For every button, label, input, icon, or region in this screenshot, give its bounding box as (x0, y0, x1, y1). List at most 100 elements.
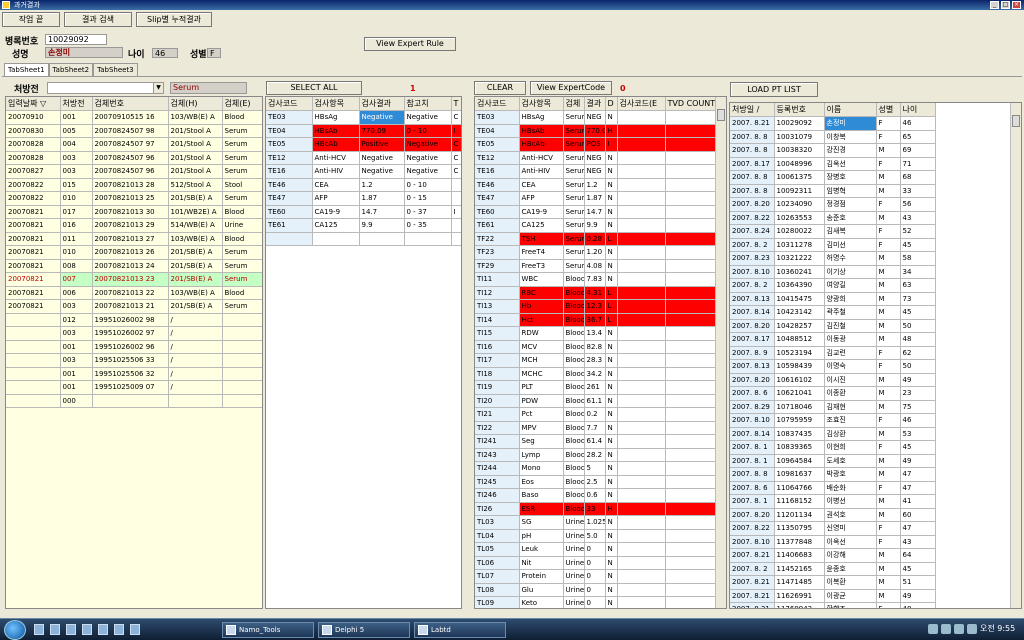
task-delphi[interactable]: Delphi 5 (318, 622, 410, 638)
table-row[interactable]: 2007. 8. 2 10364390 여양길 M 63 (730, 278, 936, 293)
table-row[interactable]: 2007. 8.21 11471485 이복환 M 51 (730, 575, 936, 590)
table-row[interactable]: TI21 Pct Blood 0.2 N (475, 407, 718, 422)
table-row[interactable]: TE12 Anti-HCV Negative Negative C (266, 151, 461, 165)
table-row[interactable]: 001 19951025506 32/ (6, 367, 262, 381)
table-row[interactable]: 2007. 8.17 10488512 이동광 M 48 (730, 332, 936, 347)
table-row[interactable]: 2007. 8.22 11350795 신영미 F 47 (730, 521, 936, 536)
table-row[interactable]: TI17 MCH Blood 28.3 N (475, 353, 718, 368)
table-row[interactable]: 20070821 008 20070821013 24 201/SB(E) A Seru… (6, 259, 262, 273)
table-row[interactable]: TE12Anti-HCVSerumNEGN (475, 151, 718, 165)
table-row[interactable]: TI18 MCHC Blood 34.2 N (475, 367, 718, 381)
column-header[interactable]: 검사코드 (266, 97, 313, 111)
column-header[interactable]: 검사항목 (519, 97, 564, 111)
scroll-thumb[interactable] (717, 109, 725, 121)
load-pt-list-button[interactable]: LOAD PT LIST (730, 82, 818, 97)
table-row[interactable]: 2007. 8.2111769942황향조F48 (730, 602, 936, 608)
quicklaunch-icon[interactable] (114, 624, 124, 635)
table-row[interactable] (266, 232, 461, 246)
column-header[interactable]: 성별 (876, 103, 901, 117)
table-row[interactable]: TI244 Mono Blood 5 N (475, 461, 718, 476)
slip-cumulative-button[interactable]: Slip별 누적결과 (136, 12, 212, 27)
table-row[interactable]: TF22TSHSerum0.28L (475, 232, 718, 246)
table-row[interactable]: 20070821 010 20070821013 26 201/SB(E) A Seru… (6, 245, 262, 260)
table-row[interactable]: TE16Anti-HIVSerumNEGN (475, 164, 718, 179)
table-row[interactable]: TE60CA19-9Serum14.7N (475, 205, 718, 219)
table-row[interactable]: 2007. 8. 9 10523194 김교련 F 62 (730, 346, 936, 360)
table-row[interactable]: 2007. 8.10 11377848 이옥선 F 43 (730, 535, 936, 549)
table-row[interactable]: 2007. 8.24 10280022 김새복 F 52 (730, 224, 936, 239)
table-row[interactable]: 2007. 8. 8 10981637 박광호 M 47 (730, 467, 936, 482)
table-row[interactable]: 2007. 8.13 10415475 양광희 M 73 (730, 292, 936, 306)
table-row[interactable]: 20070828 003 20070824507 96 201/Stool A Seru… (6, 151, 262, 165)
tab-sheet3[interactable]: TabSheet3 (93, 63, 138, 76)
view-expert-rule-button[interactable]: View Expert Rule (364, 37, 456, 51)
table-row[interactable]: 2007. 8. 1 10964584 도세호 M 49 (730, 454, 936, 468)
table-row[interactable]: TL09 Keto Urine 0 N (475, 596, 718, 608)
table-row[interactable]: TL05 Leuk Urine 0 N (475, 542, 718, 557)
table-row[interactable]: TI14 Hct Blood 36.7 L (475, 313, 718, 327)
table-row[interactable]: TL03 SG Urine 1.025 N (475, 515, 718, 530)
expert-grid-scrollbar[interactable] (715, 97, 726, 608)
table-row[interactable]: 2007. 8.20 10428257 김진철 M 50 (730, 319, 936, 333)
table-row[interactable]: 012 19951026002 98/ (6, 313, 262, 327)
chevron-down-icon[interactable]: ▼ (153, 83, 163, 93)
table-row[interactable]: TE46 CEA 1.2 0 - 10 (266, 178, 461, 192)
table-row[interactable]: 2007. 8. 2 11452165 윤종호 M 45 (730, 562, 936, 576)
minimize-button[interactable]: _ (990, 1, 999, 9)
table-row[interactable]: 2007. 8.23 10321222 허명수 M 58 (730, 251, 936, 266)
table-row[interactable]: 2007. 8.14 10423142 곽주철 M 45 (730, 305, 936, 320)
quicklaunch-icon[interactable] (34, 624, 44, 635)
table-row[interactable]: TL04 pH Urine 5.0 N (475, 529, 718, 543)
table-row[interactable]: TI241 Seg Blood 61.4 N (475, 434, 718, 449)
column-header[interactable]: 검체번호 (92, 97, 169, 111)
table-row[interactable]: 2007. 8. 8 10038320 강진경 M 69 (730, 143, 936, 158)
table-row[interactable]: 2007. 8.22 10263553 송준호 M 43 (730, 211, 936, 225)
table-row[interactable]: TE05HBcAbSerumPOSI (475, 137, 718, 152)
table-row[interactable]: 2007. 8.20 10616102 이시진 M 49 (730, 373, 936, 387)
view-expert-code-button[interactable]: View ExpertCode (530, 81, 612, 95)
column-header[interactable]: 나이 (900, 103, 936, 117)
table-row[interactable]: TI19 PLT Blood 261 N (475, 380, 718, 395)
table-row[interactable]: 20070821 006 20070821013 22 103/WB(E) A Bloo… (6, 286, 262, 300)
security-icon[interactable] (941, 624, 951, 634)
quicklaunch-icon[interactable] (66, 624, 76, 635)
table-row[interactable]: 20070821 016 20070821013 29 514/WB(E) A Urin… (6, 218, 262, 233)
table-row[interactable]: 2007. 8. 2 10311278 김미선 F 45 (730, 238, 936, 252)
column-header[interactable]: 검사코드 (475, 97, 520, 111)
column-header[interactable]: T (451, 97, 461, 111)
table-row[interactable]: 2007. 8. 1 10839365 이현희 F 45 (730, 440, 936, 455)
table-row[interactable]: TE03HBsAgSerumNEGN (475, 110, 718, 125)
column-header[interactable]: 검사결과 (359, 97, 405, 111)
table-row[interactable]: 20070822 015 20070821013 28 512/Stool A Stoo… (6, 178, 262, 192)
column-header[interactable]: 검체(H) (168, 97, 223, 111)
task-namo-tools[interactable]: Namo_Tools (222, 622, 314, 638)
tab-sheet1[interactable]: TabSheet1 (4, 63, 49, 76)
column-header[interactable]: 처방전 (60, 97, 93, 111)
finish-work-button[interactable]: 작업 끝 (2, 12, 60, 27)
table-row[interactable]: 2007. 8. 8 10092311 임병혁 M 33 (730, 184, 936, 198)
table-row[interactable]: TE46CEASerum1.2N (475, 178, 718, 192)
select-all-button[interactable]: SELECT ALL (266, 81, 362, 95)
network-icon[interactable] (928, 624, 938, 634)
table-row[interactable]: TE61 CA125 9.9 0 - 35 (266, 218, 461, 233)
result-search-button[interactable]: 결과 검색 (64, 12, 132, 27)
column-header[interactable]: 참고치 (404, 97, 452, 111)
column-header[interactable]: 이름 (824, 103, 877, 117)
column-header[interactable]: 검체(E) (222, 97, 262, 111)
column-header[interactable]: 처방일 / (730, 103, 775, 117)
table-row[interactable]: 20070821 007 20070821013 23 201/SB(E) A Seru… (6, 272, 262, 287)
table-row[interactable]: 20070821 003 20070821013 21 201/SB(E) A Seru… (6, 299, 262, 314)
table-row[interactable]: TE61CA125Serum9.9N (475, 218, 718, 233)
table-row[interactable]: TI16 MCV Blood 82.8 N (475, 340, 718, 354)
table-row[interactable]: 2007. 8.20 11201134 권석호 M 60 (730, 508, 936, 522)
prescriber-dropdown[interactable]: ▼ (47, 82, 164, 94)
column-header[interactable]: 검사항목 (312, 97, 360, 111)
table-row[interactable]: TL06 Nit Urine 0 N (475, 556, 718, 570)
chart-no-field[interactable]: 10029092 (45, 34, 107, 45)
table-row[interactable]: 2007. 8.29 10718046 김재현 M 75 (730, 400, 936, 414)
table-row[interactable]: TI12 RBC Blood 4.31 L (475, 286, 718, 300)
column-header[interactable]: 등록번호 (774, 103, 825, 117)
table-row[interactable]: TI246 Baso Blood 0.6 N (475, 488, 718, 503)
table-row[interactable]: TI26 ESR Blood 33 H (475, 502, 718, 516)
table-row[interactable]: TE47 AFP 1.87 0 - 15 (266, 191, 461, 206)
